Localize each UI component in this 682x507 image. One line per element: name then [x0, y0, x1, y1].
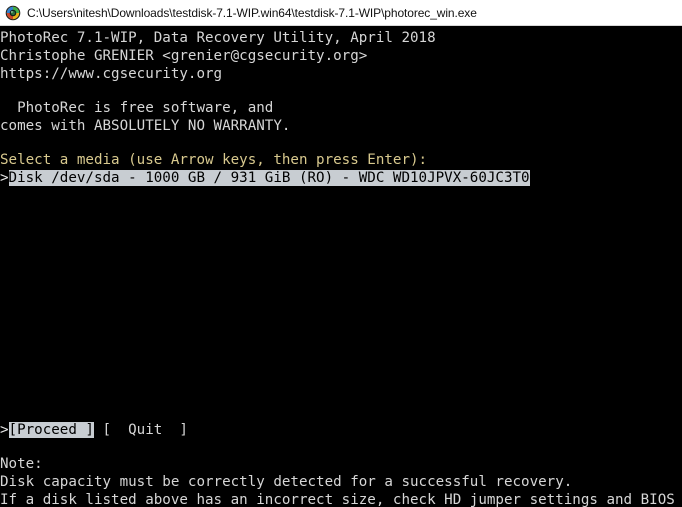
- button-gap: [94, 422, 103, 438]
- header-line-version: PhotoRec 7.1-WIP, Data Recovery Utility,…: [0, 30, 436, 46]
- console-surface: PhotoRec 7.1-WIP, Data Recovery Utility,…: [0, 26, 682, 507]
- button-caret-icon: >: [0, 422, 9, 438]
- media-row-label[interactable]: Disk /dev/sda - 1000 GB / 931 GiB (RO) -…: [8, 170, 530, 186]
- quit-button[interactable]: [ Quit ]: [103, 422, 188, 438]
- note-line-1: Disk capacity must be correctly detected…: [0, 474, 573, 490]
- license-line-1: PhotoRec is free software, and: [0, 100, 274, 116]
- license-line-2: comes with ABSOLUTELY NO WARRANTY.: [0, 118, 291, 134]
- note-title: Note:: [0, 456, 43, 472]
- window-titlebar: C:\Users\nitesh\Downloads\testdisk-7.1-W…: [0, 0, 682, 26]
- selection-caret-icon: >: [0, 170, 9, 186]
- window-title-text: C:\Users\nitesh\Downloads\testdisk-7.1-W…: [27, 5, 477, 20]
- button-row: >[Proceed ] [ Quit ]: [0, 421, 188, 439]
- header-line-url: https://www.cgsecurity.org: [0, 66, 223, 82]
- proceed-button[interactable]: [Proceed ]: [8, 422, 94, 438]
- select-media-prompt: Select a media (use Arrow keys, then pre…: [0, 152, 428, 168]
- note-line-2: If a disk listed above has an incorrect …: [0, 492, 675, 507]
- photorec-app-icon: [5, 5, 21, 21]
- header-line-author: Christophe GRENIER <grenier@cgsecurity.o…: [0, 48, 368, 64]
- photorec-window: C:\Users\nitesh\Downloads\testdisk-7.1-W…: [0, 0, 682, 507]
- media-list-row[interactable]: >Disk /dev/sda - 1000 GB / 931 GiB (RO) …: [0, 169, 530, 187]
